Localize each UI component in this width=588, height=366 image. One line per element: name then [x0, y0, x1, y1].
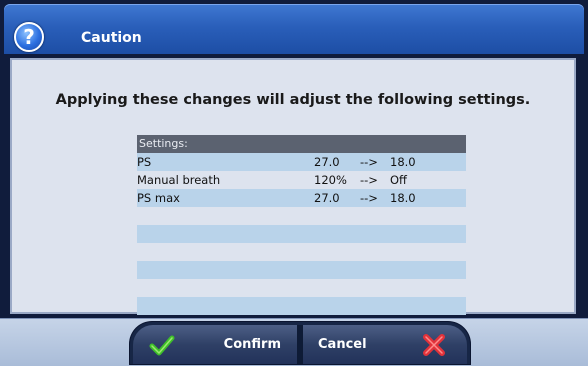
setting-arrow: -->: [360, 191, 378, 205]
table-row-empty: [137, 225, 466, 243]
cancel-button-label: Cancel: [318, 337, 367, 352]
table-row-empty: [137, 279, 466, 297]
cancel-button[interactable]: Cancel: [303, 325, 467, 364]
confirm-button-label: Confirm: [223, 337, 281, 352]
dialog-message: Applying these changes will adjust the f…: [55, 92, 531, 108]
button-group: Confirm Cancel: [130, 322, 470, 364]
table-row-empty: [137, 261, 466, 279]
table-row-empty: [137, 207, 466, 225]
caution-dialog: ? Caution Applying these changes will ad…: [0, 0, 588, 366]
setting-old-value: 27.0: [314, 191, 340, 205]
setting-name: PS: [137, 155, 152, 169]
setting-name: Manual breath: [137, 173, 221, 187]
setting-new-value: 18.0: [390, 155, 416, 169]
dialog-content: Applying these changes will adjust the f…: [10, 58, 576, 315]
table-row: PS max 27.0 --> 18.0: [137, 189, 466, 207]
setting-new-value: Off: [390, 173, 407, 187]
dialog-title: Caution: [81, 30, 142, 46]
setting-name: PS max: [137, 191, 180, 205]
settings-table-header: Settings:: [137, 135, 466, 153]
setting-arrow: -->: [360, 173, 378, 187]
table-row: PS 27.0 --> 18.0: [137, 153, 466, 171]
settings-table: Settings: PS 27.0 --> 18.0 Manual breath…: [137, 135, 466, 315]
check-icon: [149, 335, 175, 356]
table-row-empty: [137, 243, 466, 261]
setting-arrow: -->: [360, 155, 378, 169]
dialog-titlebar: ? Caution: [4, 4, 584, 54]
setting-old-value: 27.0: [314, 155, 340, 169]
setting-old-value: 120%: [314, 173, 347, 187]
setting-new-value: 18.0: [390, 191, 416, 205]
table-row: Manual breath 120% --> Off: [137, 171, 466, 189]
help-icon: ?: [14, 22, 44, 52]
confirm-button[interactable]: Confirm: [133, 325, 297, 364]
table-row-empty: [137, 297, 466, 315]
x-icon: [423, 334, 445, 356]
